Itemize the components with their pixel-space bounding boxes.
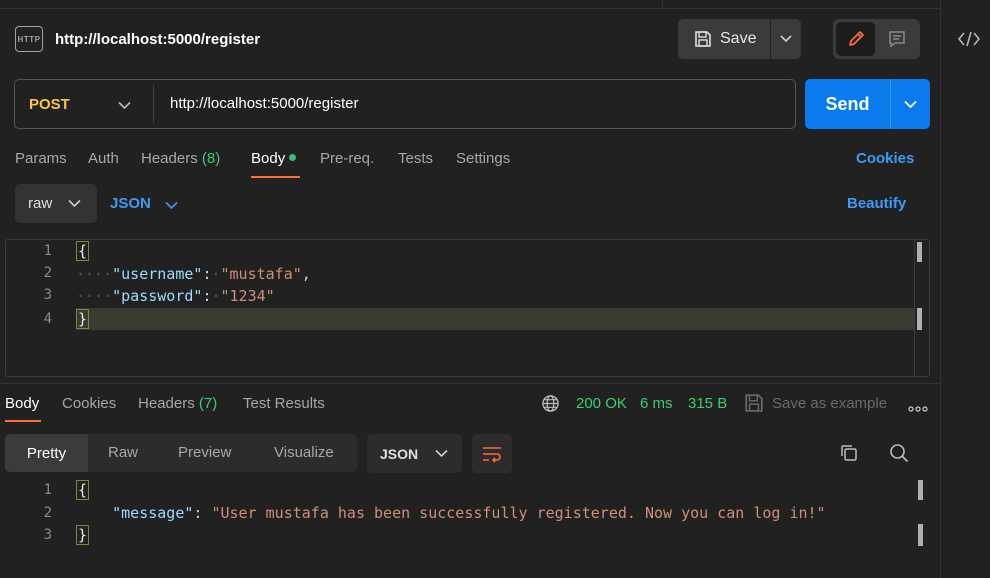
response-code-line: "message": "User mustafa has been succes… [112,504,826,522]
tab-pre-request[interactable]: Pre-req. [320,150,374,167]
more-options-icon[interactable] [908,400,928,417]
response-code-line: } [76,525,90,545]
save-label: Save [720,30,757,47]
chevron-down-icon [904,100,917,108]
code-line: ····"username":·"mustafa", [76,265,311,283]
comment-icon [888,31,905,48]
beautify-button[interactable]: Beautify [847,195,906,212]
chevron-down-icon [435,449,448,458]
send-button[interactable]: Send [805,79,890,129]
tab-params[interactable]: Params [15,150,67,167]
response-tab-test-results[interactable]: Test Results [243,395,325,412]
current-line-highlight [76,308,914,330]
save-options-button[interactable] [771,19,801,59]
response-format-label: JSON [380,445,419,462]
active-tab-indicator [251,176,300,178]
line-number: 1 [43,243,52,259]
save-button[interactable]: Save [678,19,770,59]
line-number: 1 [43,482,52,498]
url-divider [153,85,154,123]
status-code[interactable]: 200 OK [576,395,627,412]
response-tab-headers[interactable]: Headers (7) [138,395,217,412]
chevron-down-icon[interactable] [165,197,178,214]
right-sidebar [940,0,990,578]
tab-separator [662,0,663,9]
code-line: ····"password":·"1234" [76,287,275,305]
response-scrollbar-marker [918,524,923,546]
tab-settings[interactable]: Settings [456,150,510,167]
headers-count: (8) [201,150,221,167]
method-select[interactable]: POST [29,96,70,113]
response-headers-count: (7) [198,395,218,412]
body-indicator-dot [289,154,297,161]
response-time[interactable]: 6 ms [640,395,673,412]
code-snippet-icon[interactable] [956,28,982,50]
line-number: 2 [43,505,52,521]
code-line: { [76,241,90,261]
pencil-icon [848,31,864,46]
globe-icon[interactable] [541,394,560,417]
comment-mode-button[interactable] [877,22,916,56]
tab-body[interactable]: Body [251,150,297,167]
body-mode-select[interactable]: raw [15,184,97,223]
line-number: 3 [43,527,52,543]
http-request-icon: HTTP [15,26,43,52]
body-language-select[interactable]: JSON [110,195,151,212]
body-mode-label: raw [28,195,53,212]
view-preview-button[interactable]: Preview [178,444,231,461]
url-input[interactable]: http://localhost:5000/register [170,95,358,112]
save-icon [695,31,711,47]
edit-mode-button[interactable] [836,22,875,56]
cookies-link[interactable]: Cookies [856,150,914,167]
response-scrollbar-marker [918,480,923,500]
view-pretty-button[interactable]: Pretty [5,434,88,472]
search-icon[interactable] [888,442,910,468]
response-tab-body[interactable]: Body [5,395,39,412]
response-size[interactable]: 315 B [688,395,727,412]
chevron-down-icon [68,199,81,208]
scrollbar-marker [917,242,922,262]
chevron-down-icon[interactable] [118,97,131,114]
send-options-button[interactable] [890,79,930,129]
save-as-example-button[interactable]: Save as example [772,395,887,412]
response-format-select[interactable]: JSON [367,434,462,473]
pane-divider[interactable] [0,383,940,384]
chevron-down-icon [780,35,792,43]
line-number: 3 [43,287,52,303]
active-response-tab-indicator [5,420,41,422]
url-bar [14,79,796,129]
line-number: 4 [43,311,52,327]
copy-icon[interactable] [838,442,860,468]
wrap-lines-button[interactable] [472,434,512,473]
editor-scrollbar[interactable] [914,240,915,376]
response-tab-cookies[interactable]: Cookies [62,395,116,412]
response-code-line: { [76,480,90,500]
wrap-icon [483,446,501,463]
request-title[interactable]: http://localhost:5000/register [55,31,260,48]
tab-auth[interactable]: Auth [88,150,119,167]
save-example-icon [744,393,764,417]
scrollbar-thumb[interactable] [917,308,922,330]
line-number: 2 [43,265,52,281]
view-raw-button[interactable]: Raw [108,444,138,461]
code-line: } [76,309,90,329]
tab-headers[interactable]: Headers (8) [141,150,220,167]
tab-tests[interactable]: Tests [398,150,433,167]
view-visualize-button[interactable]: Visualize [274,444,334,461]
top-border [0,8,940,9]
